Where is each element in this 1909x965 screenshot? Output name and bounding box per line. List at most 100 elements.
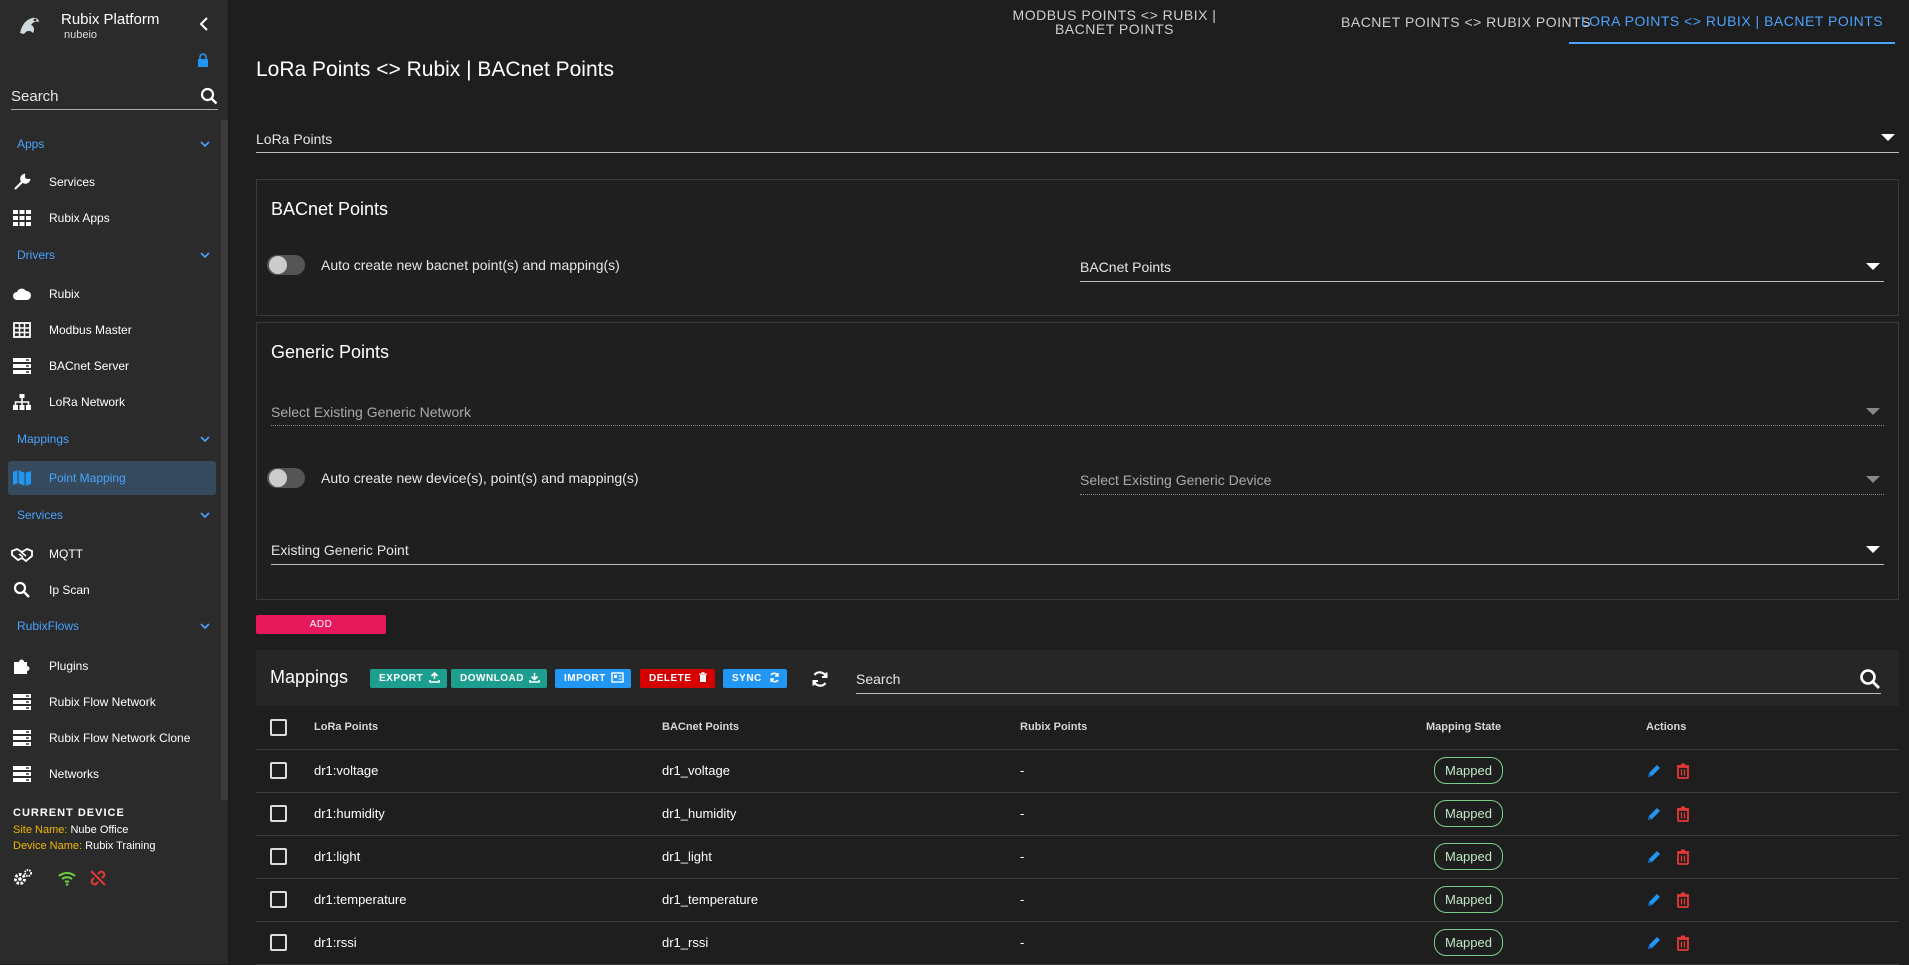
- sidebar-item-lora-network[interactable]: LoRa Network: [8, 385, 216, 419]
- sidebar-item-ip-scan[interactable]: Ip Scan: [8, 573, 216, 607]
- lora-points-select[interactable]: LoRa Points: [256, 126, 1899, 153]
- import-button[interactable]: IMPORT: [555, 669, 631, 688]
- table-row[interactable]: dr1:humidity dr1_humidity - Mapped: [256, 792, 1899, 836]
- lock-icon[interactable]: [196, 53, 210, 67]
- rubix-point-cell: -: [1020, 749, 1426, 793]
- auto-create-generic-toggle[interactable]: [267, 468, 305, 488]
- row-checkbox[interactable]: [270, 805, 287, 823]
- chevron-down-icon[interactable]: [199, 138, 211, 150]
- sidebar-item-label: Networks: [49, 767, 100, 781]
- group-drivers[interactable]: Drivers: [17, 248, 55, 262]
- lora-point-cell: dr1:light: [314, 835, 662, 879]
- device-name-value: Rubix Training: [85, 840, 156, 852]
- bacnet-panel-title: BACnet Points: [271, 199, 389, 219]
- caret-down-icon: [1866, 408, 1880, 415]
- tab-lora-points[interactable]: LORA POINTS <> RUBIX | BACNET POINTS: [1569, 0, 1895, 44]
- column-header-bacnet-points[interactable]: BACnet Points: [662, 706, 1020, 750]
- rubix-logo-icon: [14, 10, 44, 40]
- generic-device-select[interactable]: Select Existing Generic Device: [1080, 468, 1884, 495]
- edit-icon[interactable]: [1646, 935, 1662, 951]
- sidebar-item-rubix-flow-network[interactable]: Rubix Flow Network: [8, 685, 216, 719]
- edit-icon[interactable]: [1646, 763, 1662, 779]
- mapping-state-badge: Mapped: [1434, 929, 1503, 956]
- sidebar-item-services[interactable]: Services: [8, 165, 216, 199]
- table-row[interactable]: dr1:temperature dr1_temperature - Mapped: [256, 878, 1899, 922]
- table-row[interactable]: dr1:light dr1_light - Mapped: [256, 835, 1899, 879]
- mappings-search-input[interactable]: Search: [856, 664, 1881, 694]
- collapse-sidebar-icon[interactable]: [197, 16, 211, 32]
- delete-icon[interactable]: [1676, 763, 1690, 779]
- delete-button[interactable]: DELETE: [640, 669, 715, 688]
- sidebar-search-input[interactable]: Search: [11, 86, 218, 110]
- column-header-rubix-points[interactable]: Rubix Points: [1020, 706, 1426, 750]
- chevron-down-icon[interactable]: [199, 509, 211, 521]
- actions-cell: [1646, 749, 1899, 793]
- delete-icon[interactable]: [1676, 849, 1690, 865]
- search-icon[interactable]: [1859, 668, 1881, 690]
- group-mappings[interactable]: Mappings: [17, 432, 69, 446]
- settings-gears-icon[interactable]: [13, 868, 33, 888]
- mapping-state-cell: Mapped: [1426, 835, 1646, 879]
- row-checkbox[interactable]: [270, 934, 287, 952]
- bacnet-points-select[interactable]: BACnet Points: [1080, 255, 1884, 282]
- refresh-icon[interactable]: [811, 670, 829, 688]
- apps-grid-icon: [11, 209, 33, 227]
- row-checkbox[interactable]: [270, 762, 287, 780]
- bacnet-point-cell: dr1_light: [662, 835, 1020, 879]
- server-icon: [11, 693, 33, 711]
- cloud-icon: [11, 285, 33, 303]
- chevron-down-icon[interactable]: [199, 249, 211, 261]
- lora-points-select-value: LoRa Points: [256, 131, 333, 147]
- row-checkbox[interactable]: [270, 891, 287, 909]
- table-row[interactable]: dr1:voltage dr1_voltage - Mapped: [256, 749, 1899, 793]
- sidebar-item-networks[interactable]: Networks: [8, 757, 216, 791]
- group-services[interactable]: Services: [17, 508, 63, 522]
- chevron-down-icon[interactable]: [199, 433, 211, 445]
- generic-network-select[interactable]: Select Existing Generic Network: [271, 399, 1884, 426]
- sidebar-item-label: Ip Scan: [49, 583, 90, 597]
- delete-icon[interactable]: [1676, 806, 1690, 822]
- sidebar-item-point-mapping[interactable]: Point Mapping: [8, 461, 216, 495]
- sidebar-scrollbar[interactable]: [221, 120, 228, 800]
- table-row[interactable]: dr1:rssi dr1_rssi - Mapped: [256, 921, 1899, 965]
- sync-icon: [770, 672, 779, 683]
- edit-icon[interactable]: [1646, 892, 1662, 908]
- sync-button[interactable]: SYNC: [723, 669, 787, 688]
- group-apps[interactable]: Apps: [17, 137, 44, 151]
- disconnected-plug-icon[interactable]: [88, 868, 108, 888]
- wifi-icon[interactable]: [57, 868, 77, 888]
- column-header-mapping-state[interactable]: Mapping State: [1426, 706, 1646, 750]
- generic-point-select[interactable]: Existing Generic Point: [271, 538, 1884, 565]
- select-all-checkbox[interactable]: [270, 718, 287, 736]
- sidebar-item-rubix-flow-network-clone[interactable]: Rubix Flow Network Clone: [8, 721, 216, 755]
- search-icon[interactable]: [200, 87, 218, 105]
- sidebar-item-mqtt[interactable]: MQTT: [8, 537, 216, 571]
- group-rubixflows[interactable]: RubixFlows: [17, 619, 79, 633]
- sidebar-item-plugins[interactable]: Plugins: [8, 649, 216, 683]
- brand-logo[interactable]: [12, 8, 46, 42]
- tab-modbus-points[interactable]: MODBUS POINTS <> RUBIX | BACNET POINTS: [1002, 0, 1227, 44]
- column-header-lora-points[interactable]: LoRa Points: [314, 706, 662, 750]
- auto-create-bacnet-toggle[interactable]: [267, 255, 305, 275]
- lora-point-cell: dr1:humidity: [314, 792, 662, 836]
- delete-icon[interactable]: [1676, 935, 1690, 951]
- mapping-state-cell: Mapped: [1426, 878, 1646, 922]
- mappings-title: Mappings: [270, 667, 349, 687]
- sidebar-item-rubix-apps[interactable]: Rubix Apps: [8, 201, 216, 235]
- chevron-down-icon[interactable]: [199, 620, 211, 632]
- add-button[interactable]: ADD: [256, 615, 386, 634]
- delete-icon[interactable]: [1676, 892, 1690, 908]
- bacnet-point-cell: dr1_temperature: [662, 878, 1020, 922]
- generic-points-panel: Generic Points Select Existing Generic N…: [256, 322, 1899, 600]
- current-device-heading: CURRENT DEVICE: [13, 807, 125, 819]
- edit-icon[interactable]: [1646, 849, 1662, 865]
- download-button[interactable]: DOWNLOAD: [451, 669, 547, 688]
- row-checkbox[interactable]: [270, 848, 287, 866]
- device-name-line: Device Name: Rubix Training: [13, 840, 155, 852]
- sidebar-item-rubix[interactable]: Rubix: [8, 277, 216, 311]
- export-button[interactable]: EXPORT: [370, 669, 447, 688]
- lora-point-cell: dr1:voltage: [314, 749, 662, 793]
- edit-icon[interactable]: [1646, 806, 1662, 822]
- sidebar-item-modbus-master[interactable]: Modbus Master: [8, 313, 216, 347]
- sidebar-item-bacnet-server[interactable]: BACnet Server: [8, 349, 216, 383]
